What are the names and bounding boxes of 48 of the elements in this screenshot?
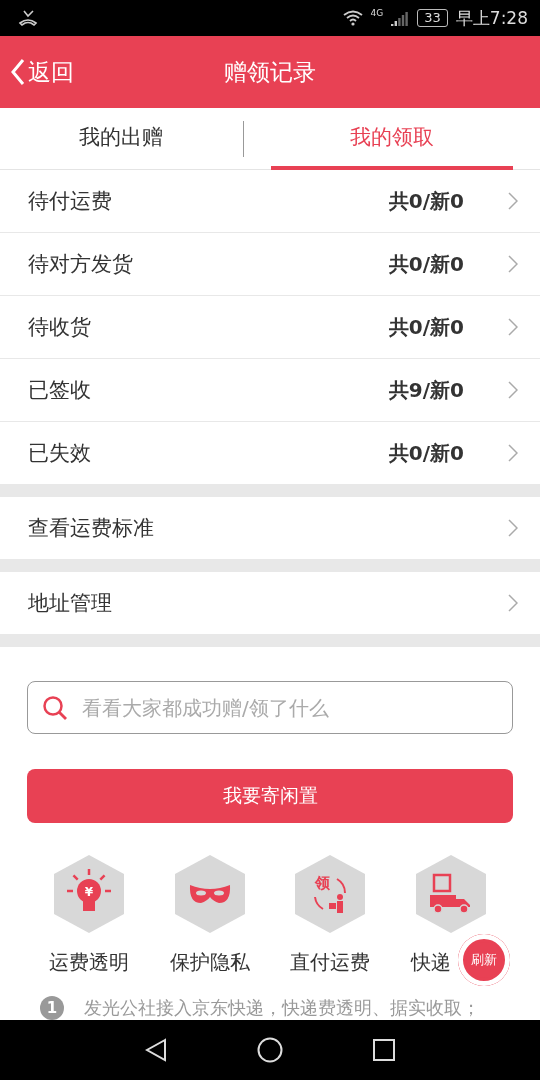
chevron-right-icon <box>508 519 518 537</box>
lightbulb-icon: ¥ <box>54 855 124 933</box>
tab[interactable]: 我的出赠 <box>0 108 243 170</box>
hand-over-icon: 领 <box>295 855 366 933</box>
row-label: 查看运费标准 <box>28 515 155 542</box>
feature-label: 快递 <box>410 949 451 976</box>
send-item-button[interactable]: 我要寄闲置 <box>27 769 513 823</box>
chevron-right-icon <box>508 594 518 612</box>
wifi-icon <box>342 10 363 26</box>
chevron-right-icon <box>508 192 518 210</box>
row-count: 共0/新0 <box>388 439 464 467</box>
tab-divider <box>242 120 244 157</box>
chevron-right-icon <box>508 444 518 462</box>
row-count: 共0/新0 <box>388 313 464 341</box>
search-icon <box>42 694 68 721</box>
row-label: 待对方发货 <box>28 251 134 278</box>
back-icon[interactable] <box>145 1038 167 1062</box>
feature-label: 保护隐私 <box>169 949 250 976</box>
search-field[interactable]: 看看大家都成功赠/领了什么 <box>27 681 513 734</box>
home-icon[interactable] <box>257 1037 283 1063</box>
chevron-right-icon <box>508 381 518 399</box>
feature-label: 运费透明 <box>49 949 129 976</box>
mask-icon <box>174 855 245 933</box>
row-count: 共0/新0 <box>388 250 464 278</box>
battery-level: 33 <box>417 9 448 27</box>
truck-icon <box>415 855 486 933</box>
search-input[interactable]: 看看大家都成功赠/领了什么 <box>80 694 498 721</box>
page-title: 赠领记录 <box>224 58 316 85</box>
feature-label: 直付运费 <box>290 949 371 976</box>
row-label: 地址管理 <box>28 590 113 617</box>
note-number: 1 <box>40 996 64 1020</box>
signal-icon <box>391 10 410 26</box>
back-link[interactable]: 返回 <box>0 56 74 88</box>
chevron-right-icon <box>508 318 518 336</box>
chevron-left-icon <box>10 58 26 86</box>
chevron-right-icon <box>508 255 518 273</box>
row-label: 已失效 <box>28 440 92 467</box>
note-text: 发光公社接入京东快递，快递费透明、据实收取； <box>84 996 480 1020</box>
row-count: 共0/新0 <box>388 187 464 215</box>
missed-call-icon <box>18 9 38 27</box>
row-label: 已签收 <box>28 377 92 404</box>
recents-icon[interactable] <box>373 1039 395 1061</box>
row-label: 待付运费 <box>28 188 113 215</box>
refresh-button[interactable]: 刷新 <box>458 934 510 986</box>
network-label: 4G <box>370 8 384 18</box>
row-count: 共9/新0 <box>388 376 464 404</box>
row-label: 待收货 <box>28 314 92 341</box>
clock: 早上7:28 <box>455 6 528 30</box>
